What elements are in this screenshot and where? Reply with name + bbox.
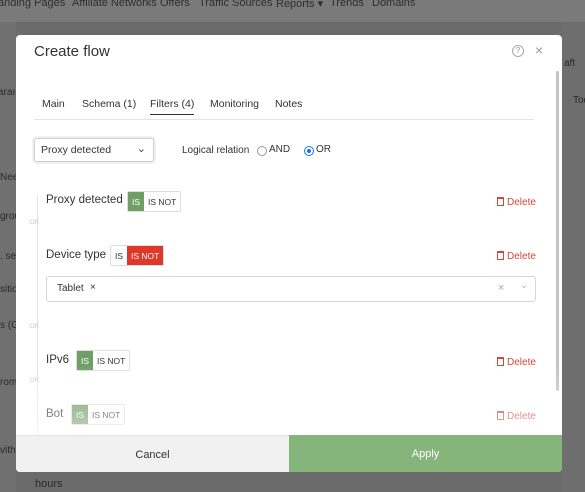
is-toggle-bot: IS IS NOT [71,404,126,425]
nav-affiliate-networks[interactable]: Affiliate Networks [72,0,157,9]
create-flow-modal: Create flow ? × Main Schema (1) Filters … [16,35,562,472]
is-toggle-device-type: IS IS NOT [110,245,165,266]
tab-bar: Main Schema (1) Filters (4) Monitoring N… [34,95,534,120]
filter-type-select[interactable]: Proxy detected ⌄ [34,138,154,162]
delete-button[interactable]: Delete [497,197,536,208]
delete-label: Delete [507,357,536,368]
background-hours: hours [35,478,63,490]
connector-label: OR [30,324,39,330]
is-option[interactable]: IS [72,405,89,424]
is-option[interactable]: IS [128,192,145,211]
nav-domains[interactable]: Domains [372,0,415,9]
is-not-option[interactable]: IS NOT [127,246,164,265]
tab-schema[interactable]: Schema (1) [82,98,136,110]
modal-footer: Cancel Apply [16,435,562,472]
chevron-down-icon: ⌄ [136,143,146,155]
clear-icon[interactable]: × [498,282,504,294]
background-text: aft [564,58,576,69]
nav-traffic-sources[interactable]: Traffic Sources [199,0,272,9]
background-right-panel [562,22,585,492]
filter-name-bot: Bot [46,408,64,420]
apply-button[interactable]: Apply [289,435,562,472]
radio-and[interactable] [257,146,267,156]
trash-icon [497,251,504,260]
filter-name-device-type: Device type [46,249,107,261]
tab-notes[interactable]: Notes [275,98,302,110]
delete-label: Delete [507,411,536,422]
modal-header: Create flow ? × [16,35,562,69]
trash-icon [497,197,504,206]
delete-button[interactable]: Delete [497,411,536,422]
device-type-values-input[interactable]: Tablet × × ⌄ [46,276,536,302]
tab-main[interactable]: Main [42,98,65,110]
tab-monitoring[interactable]: Monitoring [210,98,259,110]
chevron-down-icon[interactable]: ⌄ [520,280,528,291]
tag-remove-icon[interactable]: × [90,282,96,293]
close-icon[interactable]: × [535,42,543,58]
delete-label: Delete [507,197,536,208]
background-text: vith [0,445,16,456]
is-option[interactable]: IS [77,351,94,370]
connector-label: OR [30,220,39,226]
filter-name-proxy-detected: Proxy detected [46,194,123,206]
is-not-option[interactable]: IS NOT [88,405,124,424]
tag-tablet: Tablet [57,283,84,294]
radio-or[interactable] [304,146,314,156]
nav-landing-pages[interactable]: anding Pages [0,0,65,9]
logical-relation-label: Logical relation [182,145,250,156]
is-not-option[interactable]: IS NOT [93,351,129,370]
delete-label: Delete [507,251,536,262]
modal-title: Create flow [34,43,110,60]
background-top-nav: anding Pages Affiliate Networks Offers T… [0,0,585,22]
is-toggle-proxy-detected: IS IS NOT [127,191,182,212]
background-text: rom [0,377,18,388]
radio-or-label[interactable]: OR [316,144,331,155]
is-toggle-ipv6: IS IS NOT [76,350,131,371]
is-not-option[interactable]: IS NOT [144,192,180,211]
modal-scrollbar[interactable] [556,71,559,391]
nav-trends[interactable]: Trends [330,0,364,9]
background-text: Tod [573,95,585,106]
nav-reports[interactable]: Reports ▾ [276,0,323,10]
background-text: araı [0,87,16,98]
is-option[interactable]: IS [111,246,127,265]
filter-name-ipv6: IPv6 [46,354,70,366]
trash-icon [497,411,504,420]
delete-button[interactable]: Delete [497,251,536,262]
filter-connector [37,195,38,435]
radio-and-label[interactable]: AND [269,144,290,155]
connector-label: OR [30,378,39,384]
help-icon[interactable]: ? [512,45,524,57]
nav-offers[interactable]: Offers [160,0,190,9]
delete-button[interactable]: Delete [497,357,536,368]
filter-type-value: Proxy detected [41,144,112,156]
tab-filters[interactable]: Filters (4) [150,98,195,115]
trash-icon [497,357,504,366]
cancel-button[interactable]: Cancel [16,435,289,472]
